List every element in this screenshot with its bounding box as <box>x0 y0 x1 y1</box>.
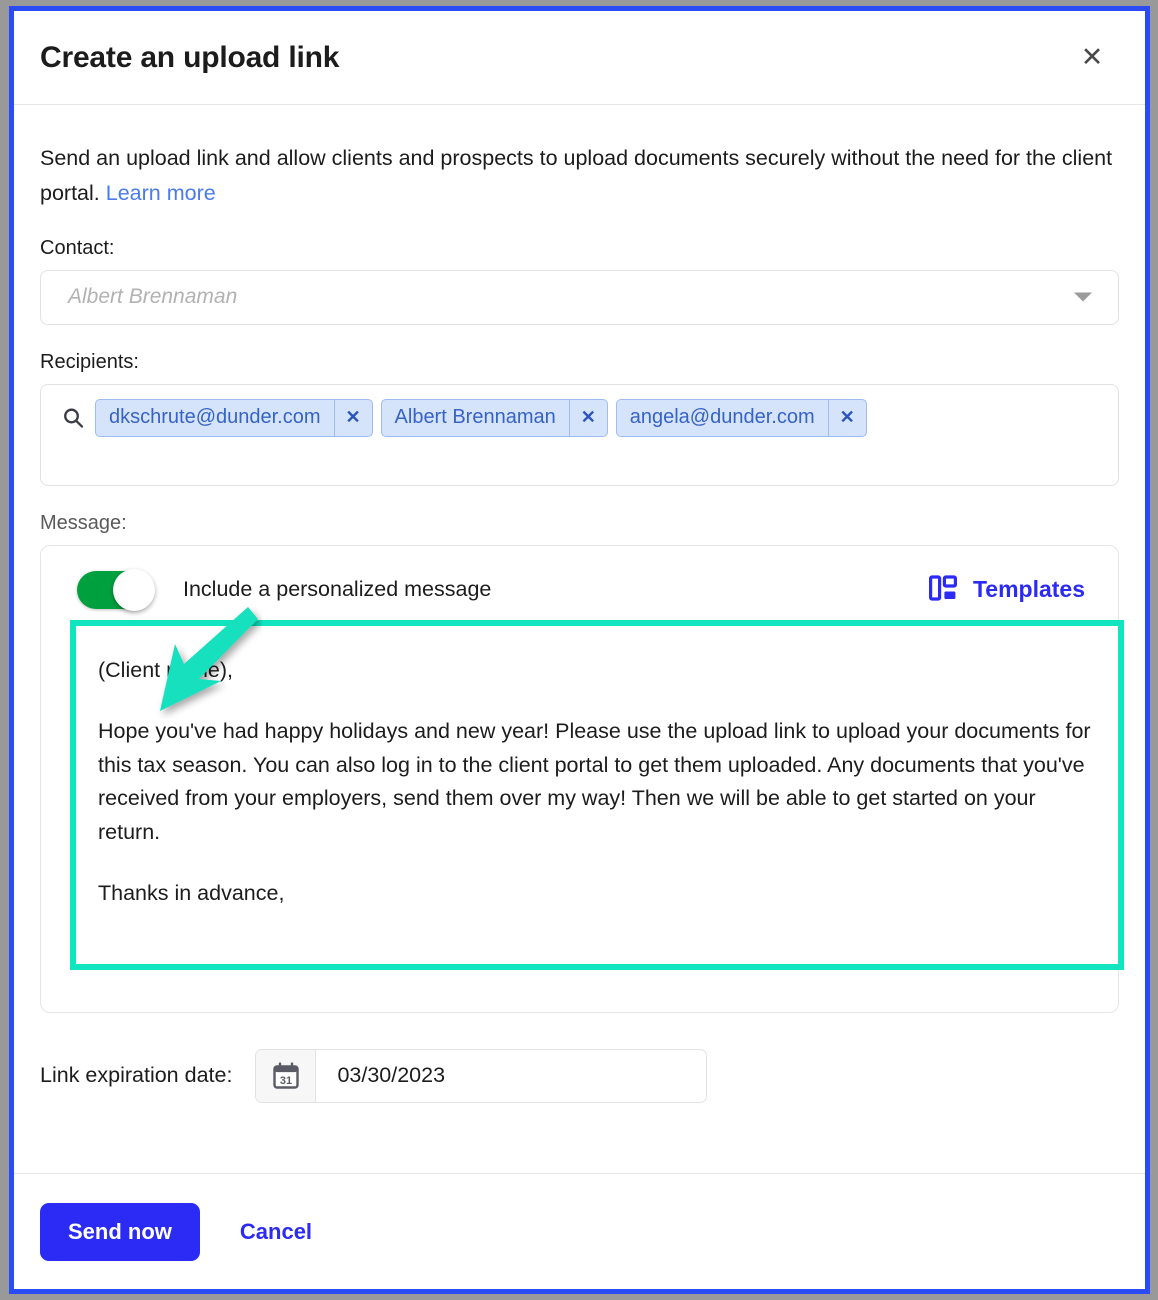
toggle-knob <box>113 568 155 611</box>
link-expiration-label: Link expiration date: <box>40 1063 233 1088</box>
contact-select[interactable]: Albert Brennaman <box>40 269 1119 325</box>
contact-label: Contact: <box>40 236 115 259</box>
close-icon[interactable]: ✕ <box>1075 41 1109 75</box>
calendar-icon[interactable]: 31 <box>256 1049 317 1102</box>
recipient-chip[interactable]: Albert Brennaman ✕ <box>380 398 608 437</box>
message-label: Message: <box>40 511 127 534</box>
remove-recipient-icon[interactable]: ✕ <box>568 399 607 436</box>
include-personalized-message-label: Include a personalized message <box>183 577 492 602</box>
remove-recipient-icon[interactable]: ✕ <box>333 399 372 436</box>
include-personalized-message-toggle[interactable] <box>77 568 155 611</box>
personalized-message-textarea[interactable]: (Client name), Hope you've had happy hol… <box>70 619 1124 970</box>
contact-placeholder: Albert Brennaman <box>68 285 238 309</box>
intro-text: Send an upload link and allow clients an… <box>40 141 1119 211</box>
templates-label: Templates <box>972 576 1085 603</box>
cancel-button[interactable]: Cancel <box>218 1219 334 1245</box>
link-expiration-row: Link expiration date: 31 03/30/2023 <box>40 1048 1119 1103</box>
chevron-down-icon <box>1074 292 1092 302</box>
search-icon <box>61 406 85 435</box>
recipient-chip-label: dkschrute@dunder.com <box>109 406 321 429</box>
recipients-label: Recipients: <box>40 350 139 373</box>
recipient-chip-label: Albert Brennaman <box>394 406 556 429</box>
dialog-footer: Send now Cancel <box>14 1173 1145 1289</box>
message-greeting: (Client name), <box>98 657 234 682</box>
page-title: Create an upload link <box>40 40 340 74</box>
recipients-input[interactable]: dkschrute@dunder.com ✕ Albert Brennaman … <box>40 383 1119 486</box>
message-panel: Include a personalized message Templates… <box>40 544 1124 1013</box>
message-closing: Thanks in advance, <box>98 881 285 906</box>
recipient-chip-label: angela@dunder.com <box>629 406 815 429</box>
recipient-chip-list: dkschrute@dunder.com ✕ Albert Brennaman … <box>95 397 867 437</box>
recipient-chip[interactable]: angela@dunder.com ✕ <box>615 398 867 437</box>
recipient-chip[interactable]: dkschrute@dunder.com ✕ <box>95 398 373 437</box>
remove-recipient-icon[interactable]: ✕ <box>827 399 866 436</box>
templates-button[interactable]: Templates <box>923 571 1091 608</box>
calendar-day-number: 31 <box>280 1075 292 1087</box>
send-now-button[interactable]: Send now <box>40 1202 200 1261</box>
message-paragraph: Hope you've had happy holidays and new y… <box>98 719 1091 844</box>
dialog-body: Send an upload link and allow clients an… <box>14 105 1145 1173</box>
dialog-header: Create an upload link ✕ <box>14 11 1145 105</box>
create-upload-link-dialog: Create an upload link ✕ Send an upload l… <box>9 6 1150 1294</box>
layout-template-icon <box>928 575 957 604</box>
link-expiration-date-input[interactable]: 31 03/30/2023 <box>255 1048 708 1103</box>
learn-more-link[interactable]: Learn more <box>106 181 216 205</box>
link-expiration-date-value: 03/30/2023 <box>337 1063 446 1088</box>
